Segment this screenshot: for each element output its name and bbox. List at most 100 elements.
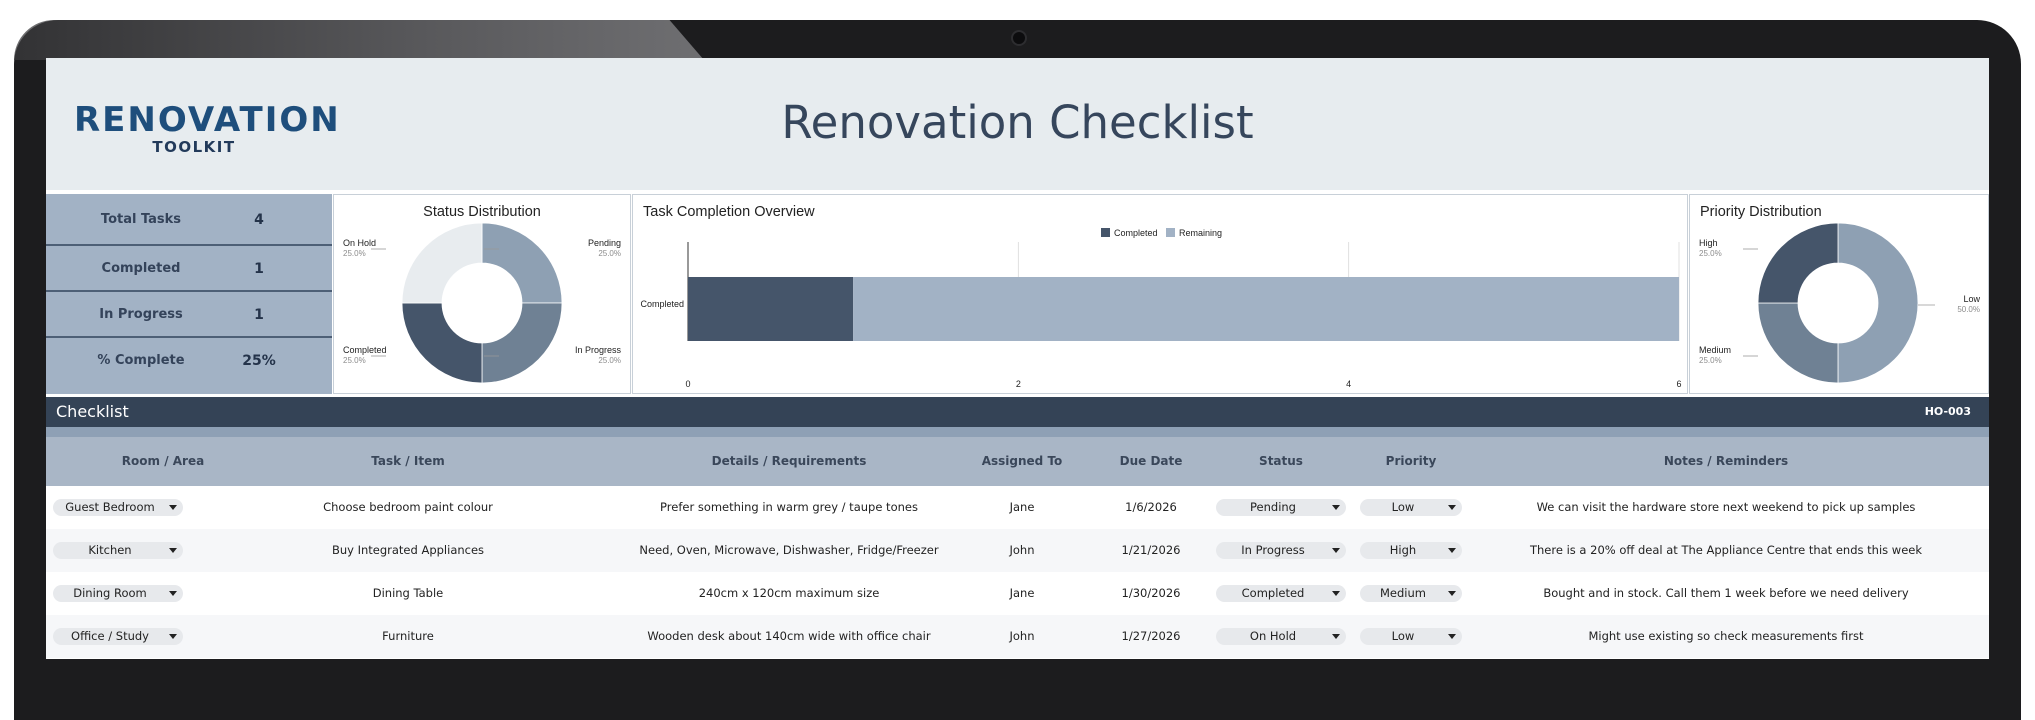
chart-title: Priority Distribution (1700, 204, 1822, 220)
slice-value-on-hold: 25.0% (343, 249, 366, 258)
notes-cell[interactable]: Might use existing so check measurements… (1588, 615, 1863, 658)
slice-label-pending: Pending (588, 238, 621, 248)
category-label: Completed (640, 299, 684, 309)
status-dropdown[interactable]: Completed (1216, 585, 1346, 602)
details-cell[interactable]: 240cm x 120cm maximum size (699, 572, 880, 615)
room-dropdown[interactable]: Office / Study (53, 628, 183, 645)
dropdown-arrow-icon (169, 634, 177, 639)
col-status: Status (1259, 454, 1303, 468)
task-completion-panel: Task Completion Overview Completed Remai… (632, 194, 1688, 394)
webcam-icon (1011, 30, 1027, 46)
notes-cell[interactable]: Bought and in stock. Call them 1 week be… (1543, 572, 1908, 615)
col-task-item: Task / Item (371, 454, 445, 468)
col-details: Details / Requirements (711, 454, 867, 468)
assigned-cell[interactable]: Jane (1010, 486, 1035, 529)
table-row: Kitchen Buy Integrated Appliances Need, … (46, 529, 1989, 572)
status-value: Completed (1241, 586, 1305, 600)
due-date-cell[interactable]: 1/30/2026 (1122, 572, 1181, 615)
table-row: Guest Bedroom Choose bedroom paint colou… (46, 486, 1989, 529)
room-dropdown[interactable]: Kitchen (53, 542, 183, 559)
header-spacer (46, 427, 1989, 437)
task-cell[interactable]: Dining Table (373, 572, 444, 615)
details-cell[interactable]: Need, Oven, Microwave, Dishwasher, Fridg… (639, 529, 938, 572)
task-cell[interactable]: Choose bedroom paint colour (323, 486, 493, 529)
room-value: Guest Bedroom (65, 500, 155, 514)
col-room-area: Room / Area (121, 454, 205, 468)
assigned-cell[interactable]: Jane (1010, 572, 1035, 615)
legend-swatch-remaining (1166, 228, 1175, 237)
page-title: Renovation Checklist (781, 96, 1254, 149)
bar-completed (688, 277, 854, 341)
stat-total-tasks: Total Tasks 4 (46, 194, 332, 246)
slice-pending (481, 222, 563, 304)
legend-label-remaining: Remaining (1179, 228, 1222, 238)
stat-label: % Complete (97, 353, 185, 368)
slice-label-low: Low (1963, 294, 1980, 304)
room-dropdown[interactable]: Guest Bedroom (53, 499, 183, 516)
slice-value-in-progress: 25.0% (598, 356, 621, 365)
slice-high (1757, 222, 1839, 304)
room-value: Dining Room (73, 586, 147, 600)
due-date-cell[interactable]: 1/6/2026 (1125, 486, 1177, 529)
notes-cell[interactable]: We can visit the hardware store next wee… (1537, 486, 1916, 529)
priority-dropdown[interactable]: Medium (1360, 585, 1462, 602)
table-row: Office / Study Furniture Wooden desk abo… (46, 615, 1989, 658)
slice-value-completed: 25.0% (343, 356, 366, 365)
priority-dropdown[interactable]: Low (1360, 628, 1462, 645)
assigned-cell[interactable]: John (1009, 615, 1034, 658)
col-priority: Priority (1385, 454, 1437, 468)
spreadsheet-screen: RENOVATION TOOLKIT Renovation Checklist … (46, 58, 1989, 659)
x-tick-label: 2 (1016, 379, 1021, 389)
priority-distribution-chart: Priority Distribution Low 50.0% Medium 2… (1699, 204, 1980, 384)
slice-value-high: 25.0% (1699, 249, 1722, 258)
stat-label: Completed (101, 261, 181, 276)
dropdown-arrow-icon (1332, 548, 1340, 553)
stat-label: In Progress (99, 307, 183, 322)
slice-low (1837, 222, 1919, 384)
column-headers: Room / Area Task / Item Details / Requir… (46, 437, 1989, 486)
status-distribution-chart: Status Distribution Pending 25.0% In Pro… (343, 204, 622, 384)
details-cell[interactable]: Wooden desk about 140cm wide with office… (647, 615, 930, 658)
room-value: Office / Study (71, 629, 149, 643)
checklist-header-bar: Checklist HO-003 (46, 397, 1989, 427)
col-notes: Notes / Reminders (1663, 454, 1789, 468)
dropdown-arrow-icon (169, 591, 177, 596)
slice-label-completed: Completed (343, 345, 387, 355)
notes-cell[interactable]: There is a 20% off deal at The Appliance… (1530, 529, 1922, 572)
table-row: Dining Room Dining Table 240cm x 120cm m… (46, 572, 1989, 615)
priority-value: High (1389, 543, 1417, 557)
slice-medium (1757, 302, 1839, 384)
slice-label-on-hold: On Hold (343, 238, 376, 248)
chart-title: Status Distribution (423, 204, 541, 220)
task-cell[interactable]: Furniture (382, 615, 434, 658)
header: RENOVATION TOOLKIT Renovation Checklist (46, 58, 1989, 190)
status-dropdown[interactable]: Pending (1216, 499, 1346, 516)
status-value: Pending (1250, 500, 1296, 514)
assigned-cell[interactable]: John (1009, 529, 1034, 572)
stat-value: 1 (254, 307, 264, 323)
room-dropdown[interactable]: Dining Room (53, 585, 183, 602)
bar-remaining (853, 277, 1679, 341)
dropdown-arrow-icon (1332, 505, 1340, 510)
due-date-cell[interactable]: 1/21/2026 (1122, 529, 1181, 572)
x-tick-label: 0 (685, 379, 690, 389)
details-cell[interactable]: Prefer something in warm grey / taupe to… (660, 486, 918, 529)
stat-completed: Completed 1 (46, 246, 332, 292)
status-dropdown[interactable]: On Hold (1216, 628, 1346, 645)
summary-stats: Total Tasks 4 Completed 1 In Progress 1 … (46, 194, 332, 394)
dropdown-arrow-icon (169, 548, 177, 553)
priority-dropdown[interactable]: High (1360, 542, 1462, 559)
due-date-cell[interactable]: 1/27/2026 (1122, 615, 1181, 658)
dropdown-arrow-icon (1448, 591, 1456, 596)
status-value: On Hold (1249, 629, 1297, 643)
status-dropdown[interactable]: In Progress (1216, 542, 1346, 559)
slice-label-in-progress: In Progress (575, 345, 622, 355)
priority-value: Low (1391, 500, 1415, 514)
task-cell[interactable]: Buy Integrated Appliances (332, 529, 484, 572)
room-value: Kitchen (88, 543, 132, 557)
slice-completed (401, 302, 483, 384)
priority-value: Low (1391, 629, 1415, 643)
dropdown-arrow-icon (1332, 591, 1340, 596)
status-value: In Progress (1241, 543, 1305, 557)
priority-dropdown[interactable]: Low (1360, 499, 1462, 516)
